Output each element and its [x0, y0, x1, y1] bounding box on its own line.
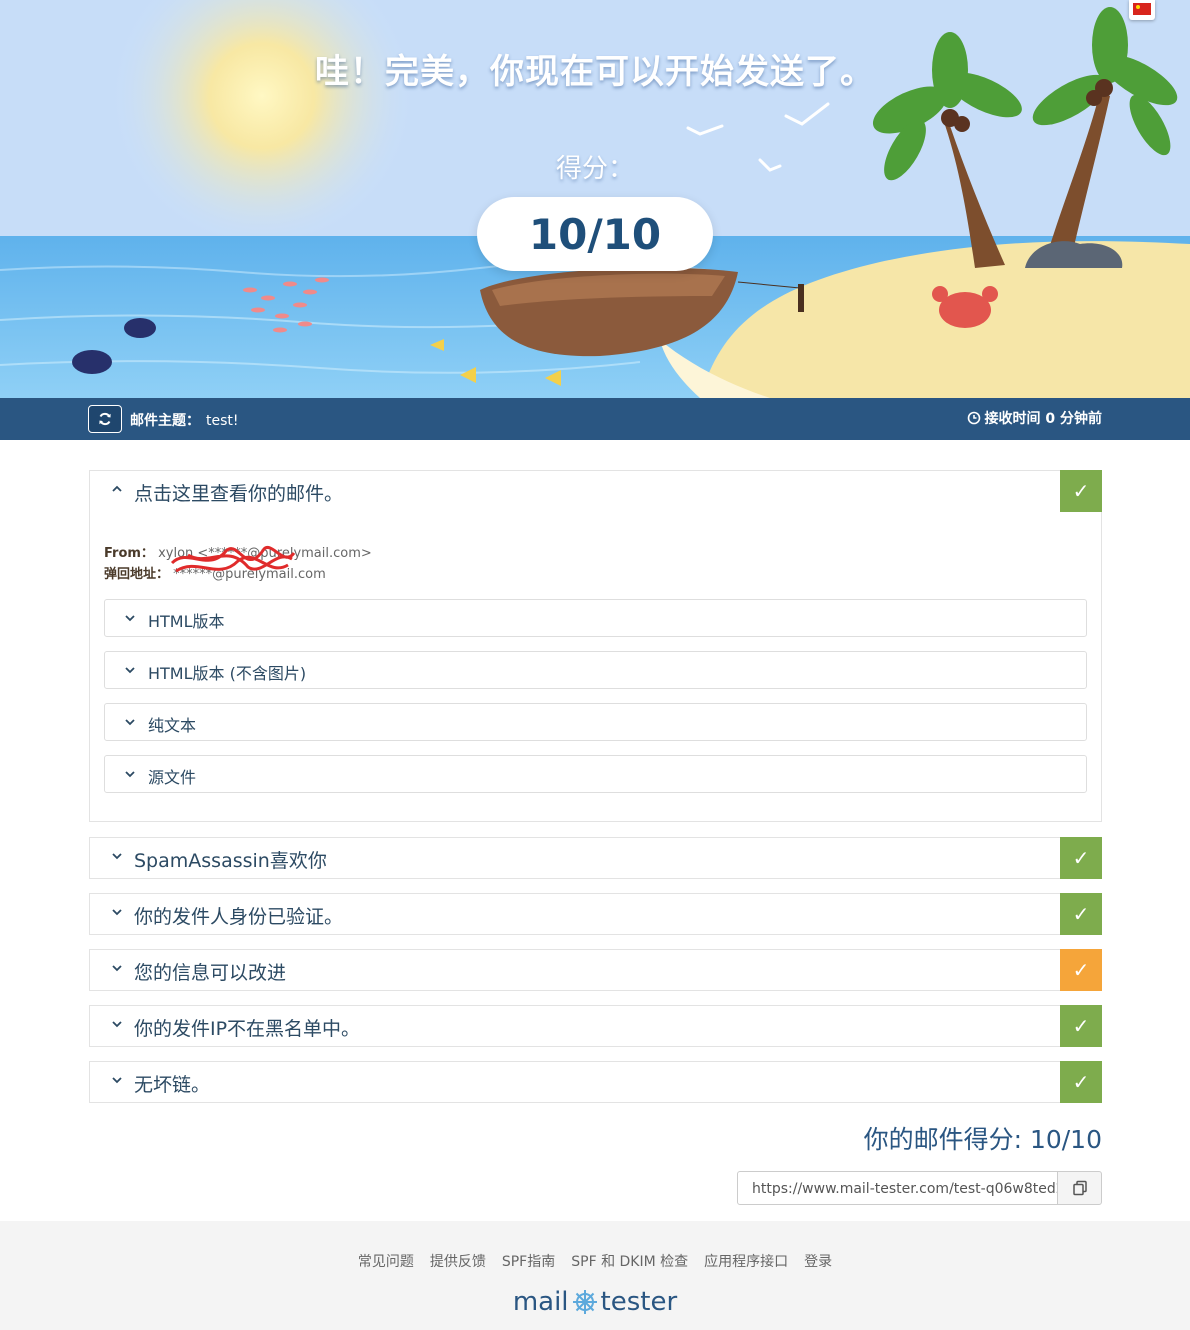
final-score: 你的邮件得分: 10/10	[863, 1125, 1102, 1154]
check-message-improvable[interactable]: 您的信息可以改进 ✓	[89, 949, 1102, 991]
sub-panel-html[interactable]: HTML版本	[104, 599, 1087, 637]
received-text: 接收时间 0 分钟前	[984, 411, 1103, 427]
subject-bar: 邮件主题： test! 接收时间 0 分钟前	[0, 398, 1190, 440]
footer-link-login[interactable]: 登录	[804, 1251, 832, 1271]
clock-icon	[967, 411, 980, 425]
subject-value: test!	[206, 413, 239, 429]
sub-panel-source[interactable]: 源文件	[104, 755, 1087, 793]
sub-panel-html-no-images[interactable]: HTML版本 (不含图片)	[104, 651, 1087, 689]
sub-panel-plain-text[interactable]: 纯文本	[104, 703, 1087, 741]
check-broken-links[interactable]: 无坏链。 ✓	[89, 1061, 1102, 1103]
chevron-down-icon	[112, 853, 122, 860]
chevron-down-icon	[112, 909, 122, 916]
sub-panel-title: 源文件	[148, 768, 197, 787]
check-ip-blacklist[interactable]: 你的发件IP不在黑名单中。 ✓	[89, 1005, 1102, 1047]
refresh-icon	[99, 412, 111, 426]
check-spamassassin[interactable]: SpamAssassin喜欢你 ✓	[89, 837, 1102, 879]
hero-title: 哇！完美，你现在可以开始发送了。	[315, 52, 875, 92]
chevron-up-icon	[112, 485, 122, 492]
result-url-field[interactable]: https://www.mail-tester.com/test-q06w8te…	[737, 1171, 1058, 1205]
footer-links: 常见问题 提供反馈 SPF指南 SPF 和 DKIM 检查 应用程序接口 登录	[0, 1251, 1190, 1271]
copy-url-button[interactable]	[1057, 1171, 1102, 1205]
logo-text-left: mail	[512, 1287, 569, 1317]
check-title: 您的信息可以改进	[134, 962, 287, 984]
sub-panel-title: HTML版本	[148, 612, 225, 631]
received-time: 接收时间 0 分钟前	[967, 408, 1103, 428]
copy-icon	[1073, 1180, 1087, 1196]
check-icon: ✓	[1060, 893, 1102, 935]
check-title: 无坏链。	[134, 1074, 211, 1096]
check-icon: ✓	[1060, 470, 1102, 512]
redaction-scribble	[170, 545, 296, 573]
footer-link-feedback[interactable]: 提供反馈	[430, 1251, 486, 1271]
chevron-down-icon	[112, 1021, 122, 1028]
score-label: 得分：	[555, 154, 634, 184]
footer-link-spf-dkim-check[interactable]: SPF 和 DKIM 检查	[571, 1251, 688, 1271]
refresh-button[interactable]	[88, 405, 122, 433]
subject-label: 邮件主题：	[130, 413, 200, 429]
score-badge: 10/10	[477, 197, 713, 271]
bounce-label: 弹回地址：	[104, 567, 170, 582]
footer: 常见问题 提供反馈 SPF指南 SPF 和 DKIM 检查 应用程序接口 登录 …	[0, 1221, 1190, 1330]
email-preview-title: 点击这里查看你的邮件。	[134, 483, 344, 505]
chevron-down-icon	[125, 719, 135, 726]
check-title: 你的发件人身份已验证。	[134, 906, 344, 928]
sub-panel-title: HTML版本 (不含图片)	[148, 664, 307, 683]
check-icon: ✓	[1060, 1061, 1102, 1103]
hero-banner: 哇！完美，你现在可以开始发送了。 得分： 10/10	[0, 0, 1190, 398]
chevron-down-icon	[125, 615, 135, 622]
footer-link-faq[interactable]: 常见问题	[358, 1251, 414, 1271]
check-icon: ✓	[1060, 837, 1102, 879]
chevron-down-icon	[125, 771, 135, 778]
check-title: SpamAssassin喜欢你	[134, 850, 327, 872]
chevron-down-icon	[125, 667, 135, 674]
email-preview-panel: 点击这里查看你的邮件。 ✓ From： xylon <******@purely…	[89, 470, 1102, 822]
mail-tester-logo[interactable]: mail tester	[0, 1287, 1190, 1317]
logo-text-right: tester	[600, 1287, 678, 1317]
check-title: 你的发件IP不在黑名单中。	[134, 1018, 361, 1040]
chevron-down-icon	[112, 1077, 122, 1084]
from-label: From：	[104, 546, 154, 561]
ship-wheel-icon	[572, 1290, 597, 1314]
warning-check-icon: ✓	[1060, 949, 1102, 991]
check-sender-authenticated[interactable]: 你的发件人身份已验证。 ✓	[89, 893, 1102, 935]
sub-panel-title: 纯文本	[148, 716, 197, 735]
footer-link-spf-guide[interactable]: SPF指南	[502, 1251, 555, 1271]
china-flag-icon[interactable]	[1129, 0, 1155, 20]
check-icon: ✓	[1060, 1005, 1102, 1047]
footer-link-api[interactable]: 应用程序接口	[704, 1251, 788, 1271]
chevron-down-icon	[112, 965, 122, 972]
email-preview-header[interactable]: 点击这里查看你的邮件。 ✓	[90, 470, 1102, 512]
email-subject: 邮件主题： test!	[130, 410, 239, 430]
